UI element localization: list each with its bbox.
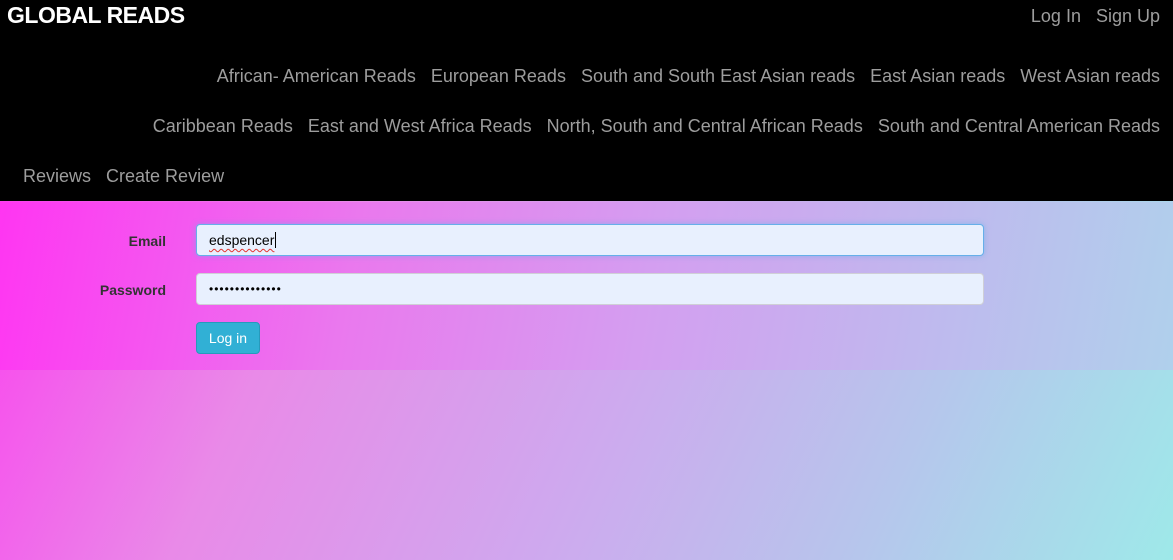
nav-link-european[interactable]: European Reads [431,66,566,87]
nav-link-caribbean[interactable]: Caribbean Reads [153,116,293,137]
nav-link-reviews[interactable]: Reviews [23,166,91,187]
email-field[interactable]: edspencer [196,224,984,256]
login-link[interactable]: Log In [1031,6,1081,27]
nav-link-south-asian[interactable]: South and South East Asian reads [581,66,855,87]
nav-link-african-american[interactable]: African- American Reads [217,66,416,87]
nav-link-create-review[interactable]: Create Review [106,166,224,187]
auth-links: Log In Sign Up [1031,6,1160,27]
nav-row-regions-1: African- American Reads European Reads S… [217,66,1160,87]
login-form: Email edspencer Password Log in [0,202,1173,370]
nav-link-east-asian[interactable]: East Asian reads [870,66,1005,87]
email-label: Email [128,233,166,249]
nav-link-south-central-america[interactable]: South and Central American Reads [878,116,1160,137]
text-caret [275,232,277,248]
nav-link-north-south-central-africa[interactable]: North, South and Central African Reads [547,116,863,137]
password-field[interactable] [196,273,984,305]
nav-link-east-west-africa[interactable]: East and West Africa Reads [308,116,532,137]
nav-link-west-asian[interactable]: West Asian reads [1020,66,1160,87]
email-value: edspencer [209,232,275,248]
login-button[interactable]: Log in [196,322,260,354]
nav-row-reviews: Reviews Create Review [23,166,224,187]
top-navbar: GLOBAL READS Log In Sign Up African- Ame… [0,0,1173,201]
signup-link[interactable]: Sign Up [1096,6,1160,27]
password-label: Password [99,282,166,298]
brand-logo[interactable]: GLOBAL READS [7,2,185,29]
nav-row-regions-2: Caribbean Reads East and West Africa Rea… [153,116,1160,137]
